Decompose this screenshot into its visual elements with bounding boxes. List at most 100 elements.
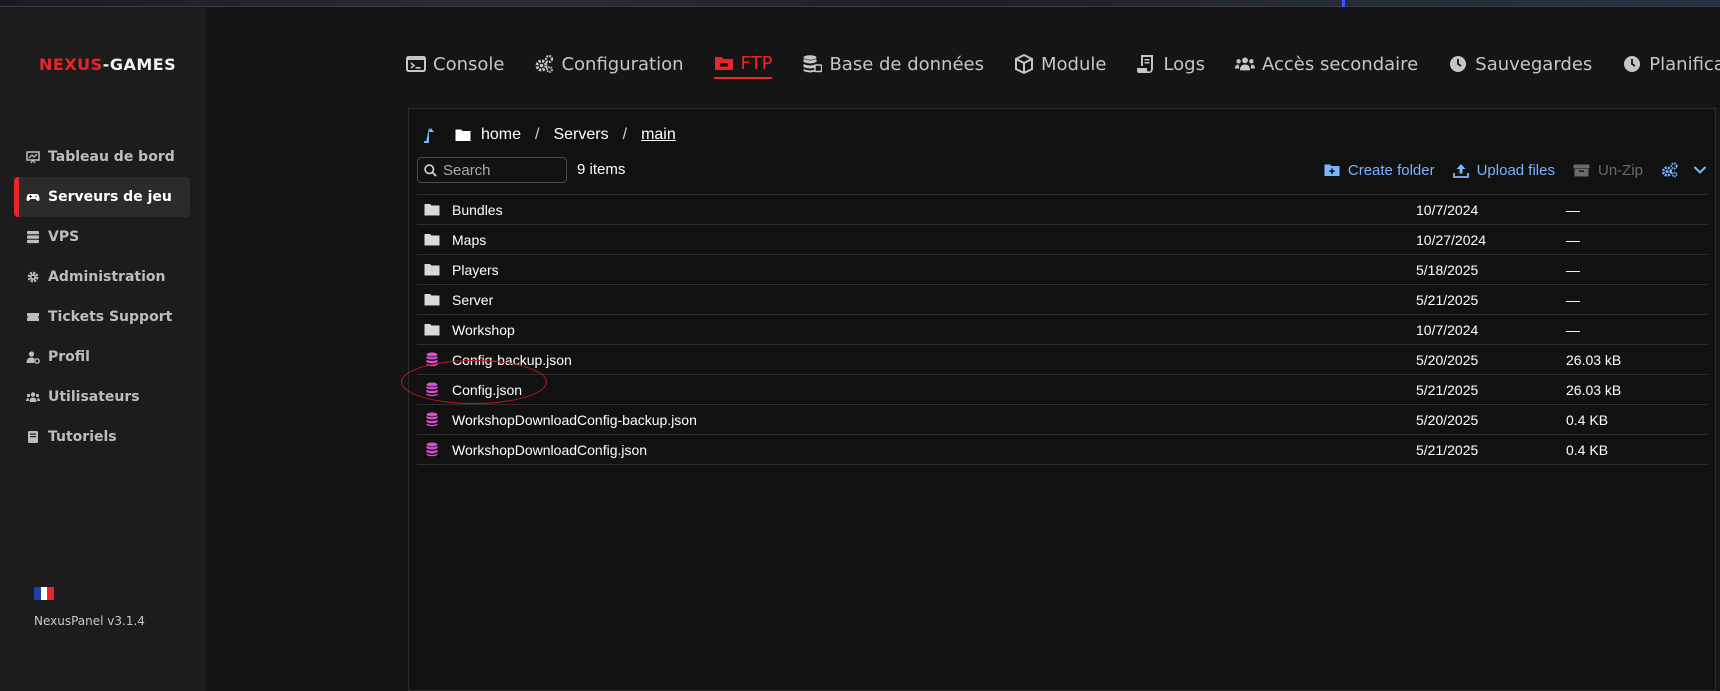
file-name: Bundles: [452, 201, 503, 218]
file-toolbar: 9 items Create folder Upload files Un-Zi…: [417, 157, 1707, 187]
tab-console[interactable]: Console: [406, 49, 504, 79]
file-name: Config.json: [452, 381, 523, 398]
sidebar-item-utilisateurs[interactable]: Utilisateurs: [14, 377, 190, 417]
folder-icon: [424, 263, 440, 276]
gear-icon: [26, 270, 40, 284]
breadcrumb-separator: /: [622, 126, 628, 143]
tab-acces-secondaire[interactable]: Accès secondaire: [1234, 49, 1419, 79]
item-count: 9 items: [577, 161, 626, 178]
tab-module[interactable]: Module: [1014, 49, 1106, 79]
sidebar-item-label: Profil: [48, 349, 90, 365]
brand-logo-part2: -GAMES: [102, 55, 177, 74]
settings-dropdown-button[interactable]: [1661, 162, 1707, 178]
database-file-icon: [424, 352, 440, 367]
top-strip-accent: [1342, 0, 1345, 7]
create-folder-label: Create folder: [1347, 161, 1435, 179]
create-folder-button[interactable]: Create folder: [1324, 162, 1435, 179]
table-row[interactable]: Config-backup.json 5/20/2025 26.03 kB: [417, 345, 1707, 375]
upload-files-button[interactable]: Upload files: [1452, 161, 1555, 179]
tab-label: Module: [1041, 53, 1107, 75]
sidebar-item-administration[interactable]: Administration: [14, 257, 190, 297]
breadcrumb-servers[interactable]: Servers: [553, 126, 608, 144]
tab-logs[interactable]: Logs: [1136, 49, 1205, 79]
dashboard-icon: [26, 150, 40, 164]
sidebar-item-serveurs-de-jeu[interactable]: Serveurs de jeu: [14, 177, 190, 217]
file-size: 26.03 kB: [1566, 351, 1622, 368]
unzip-button[interactable]: Un-Zip: [1573, 162, 1643, 179]
table-row[interactable]: Config.json 5/21/2025 26.03 kB: [401, 360, 1707, 405]
table-row[interactable]: Bundles 10/7/2024 —: [417, 195, 1707, 225]
cube-icon: [1014, 54, 1034, 74]
clock-icon: [1448, 54, 1468, 74]
user-gear-icon: [26, 350, 40, 364]
tab-configuration[interactable]: Configuration: [534, 49, 684, 79]
upload-icon: [1452, 163, 1469, 178]
sidebar-item-label: Serveurs de jeu: [48, 189, 172, 205]
folder-icon: [455, 128, 471, 142]
file-actions: Create folder Upload files Un-Zip: [1306, 157, 1707, 183]
sidebar-item-label: Tickets Support: [48, 309, 173, 325]
table-row[interactable]: Workshop 10/7/2024 —: [417, 315, 1707, 345]
gamepad-icon: [26, 190, 40, 204]
tab-base-de-donnees[interactable]: Base de données: [802, 49, 984, 79]
sidebar-nav: Tableau de bord Serveurs de jeu VPS Admi…: [14, 137, 190, 457]
sidebar-item-vps[interactable]: VPS: [14, 217, 190, 257]
terminal-icon: [406, 54, 426, 74]
tab-label: Accès secondaire: [1261, 53, 1419, 75]
breadcrumb-main[interactable]: main: [641, 126, 676, 144]
sidebar-item-tableau-de-bord[interactable]: Tableau de bord: [14, 137, 190, 177]
table-row[interactable]: Maps 10/27/2024 —: [417, 225, 1707, 255]
cogs-icon: [534, 54, 554, 74]
file-date: 5/21/2025: [1416, 381, 1479, 398]
table-row[interactable]: WorkshopDownloadConfig.json 5/21/2025 0.4 …: [417, 435, 1707, 465]
table-row[interactable]: Players 5/18/2025 —: [417, 255, 1707, 285]
fr-flag-icon[interactable]: [34, 587, 55, 600]
parent-directory-icon[interactable]: [423, 127, 437, 143]
server-icon: [26, 230, 40, 244]
upload-files-label: Upload files: [1476, 161, 1555, 179]
cogs-icon: [1661, 162, 1681, 178]
file-table: Bundles 10/7/2024 — Maps 10/27/2024 — Players 5…: [401, 194, 1707, 465]
table-row[interactable]: WorkshopDownloadConfig-backup.json 5/20/2…: [417, 405, 1707, 435]
breadcrumb-home[interactable]: home: [481, 126, 521, 144]
sidebar-item-label: Tutoriels: [48, 429, 117, 445]
users-icon: [26, 390, 40, 404]
file-size: —: [1566, 321, 1580, 338]
breadcrumb-separator: /: [535, 126, 540, 143]
file-name: Server: [452, 291, 494, 308]
search-icon: [424, 163, 437, 177]
file-date: 5/20/2025: [1416, 411, 1479, 428]
sidebar-item-profil[interactable]: Profil: [14, 337, 190, 377]
file-size: —: [1566, 291, 1580, 308]
tab-label: Base de données: [829, 53, 984, 75]
table-row[interactable]: Server 5/21/2025 —: [417, 285, 1707, 315]
brand-logo[interactable]: NEXUS-GAMES: [39, 55, 176, 74]
search-input[interactable]: [443, 161, 561, 179]
file-date: 5/21/2025: [1416, 441, 1479, 458]
file-date: 10/7/2024: [1416, 201, 1479, 218]
sidebar-item-tickets-support[interactable]: Tickets Support: [14, 297, 190, 337]
folder-icon: [424, 293, 440, 306]
sidebar-item-label: Administration: [48, 269, 166, 285]
file-size: —: [1566, 201, 1580, 218]
sidebar-item-tutoriels[interactable]: Tutoriels: [14, 417, 190, 457]
tab-ftp[interactable]: FTP: [713, 49, 773, 79]
folder-icon: [714, 53, 734, 73]
archive-icon: [1573, 164, 1590, 177]
tab-label: Logs: [1163, 53, 1205, 75]
tab-sauvegardes[interactable]: Sauvegardes: [1448, 49, 1592, 79]
breadcrumb: home / Servers / main: [423, 123, 676, 147]
file-date: 10/7/2024: [1416, 321, 1479, 338]
file-name: Players: [452, 261, 499, 278]
file-size: 0.4 KB: [1566, 441, 1609, 458]
file-size: —: [1566, 231, 1580, 248]
folder-icon: [424, 203, 440, 216]
server-tabs: Console Configuration FTP Base de donnée…: [406, 46, 1720, 82]
database-file-icon: [424, 412, 440, 427]
tab-planification[interactable]: Planification: [1622, 49, 1720, 79]
search-box[interactable]: [417, 157, 567, 183]
tab-label: Console: [433, 53, 505, 75]
book-icon: [26, 430, 40, 444]
sidebar: NEXUS-GAMES Tableau de bord Serveurs de …: [0, 7, 206, 691]
sidebar-item-label: VPS: [48, 229, 80, 245]
